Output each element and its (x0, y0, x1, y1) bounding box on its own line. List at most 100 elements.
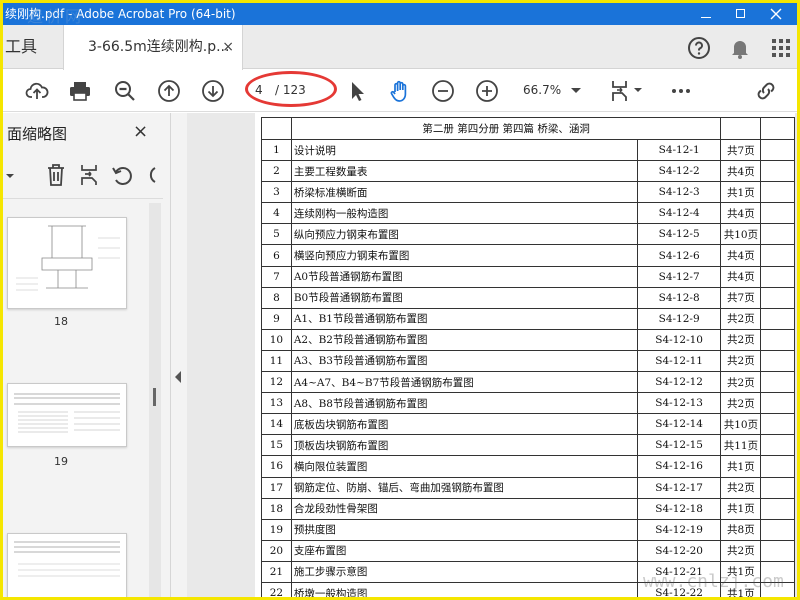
row-number: 17 (261, 476, 292, 499)
maximize-button[interactable] (725, 3, 755, 25)
row-page-count: 共1页 (720, 497, 762, 520)
link-icon[interactable] (754, 79, 778, 103)
table-row: 1 设计说明 S4-12-1 共7页 (261, 138, 795, 162)
table-cell (760, 117, 795, 140)
redo-icon[interactable] (143, 164, 157, 186)
row-page-count: 共2页 (720, 307, 762, 330)
undo-icon[interactable] (111, 164, 133, 186)
row-drawing-code: S4-12-7 (636, 265, 722, 288)
table-row: 19 预拱度图 S4-12-19 共8页 (261, 518, 795, 541)
row-drawing-code: S4-12-5 (636, 223, 722, 246)
extract-pages-icon[interactable] (79, 163, 101, 187)
row-blank-cell (760, 328, 795, 351)
hand-tool-icon[interactable] (388, 79, 412, 103)
row-drawing-code: S4-12-16 (636, 455, 722, 478)
thumbnail-label: 19 (54, 455, 68, 468)
zoom-out-search-icon[interactable] (113, 79, 137, 103)
zoom-plus-icon[interactable] (475, 79, 499, 103)
apps-grid-icon[interactable] (769, 36, 793, 60)
row-drawing-code: S4-12-14 (636, 413, 722, 436)
table-row: 2 主要工程数量表 S4-12-2 共4页 (261, 160, 795, 183)
options-dropdown-icon[interactable] (5, 171, 15, 181)
print-icon[interactable] (68, 79, 92, 103)
row-number: 13 (261, 392, 292, 415)
select-arrow-icon[interactable] (345, 79, 369, 103)
panel-collapse-handle[interactable] (171, 113, 187, 597)
row-number: 9 (261, 307, 292, 330)
row-blank-cell (760, 371, 795, 394)
row-drawing-code: S4-12-12 (636, 371, 722, 394)
row-drawing-name: 合龙段劲性骨架图 (290, 497, 638, 520)
panel-close-button[interactable]: × (133, 121, 148, 142)
row-drawing-code: S4-12-9 (636, 307, 722, 330)
row-blank-cell (760, 539, 795, 562)
row-drawing-name: 预拱度图 (290, 518, 638, 541)
tab-tools[interactable]: 工具 (3, 25, 63, 69)
table-row: 4 连续刚构一般构造图 S4-12-4 共4页 (261, 202, 795, 225)
row-drawing-name: 纵向预应力钢束布置图 (290, 223, 638, 246)
table-row: 7 A0节段普通钢筋布置图 S4-12-7 共4页 (261, 265, 795, 288)
document-viewport[interactable]: 第二册 第四分册 第四篇 桥梁、涵洞 1 设计说明 S4-12-1 共7页 2 主要工程数… (187, 113, 797, 597)
row-blank-cell (760, 392, 795, 415)
zoom-level-field[interactable]: 66.7% (523, 79, 571, 101)
more-icon[interactable] (669, 79, 693, 103)
minimize-button[interactable] (691, 3, 721, 25)
row-drawing-name: 顶板齿块钢筋布置图 (290, 434, 638, 457)
close-icon (770, 8, 782, 20)
zoom-dropdown-icon[interactable] (569, 83, 583, 97)
collapse-arrow-icon[interactable] (175, 371, 181, 383)
row-drawing-code: S4-12-2 (636, 160, 722, 183)
row-drawing-name: 底板齿块钢筋布置图 (290, 413, 638, 436)
thumbnail-page[interactable] (7, 383, 127, 447)
row-drawing-code: S4-12-11 (636, 349, 722, 373)
row-drawing-name: 设计说明 (290, 138, 638, 162)
tab-document[interactable]: 3-66.5m连续刚构.p... × (63, 25, 243, 70)
close-window-button[interactable] (761, 3, 791, 25)
row-page-count: 共1页 (720, 455, 762, 478)
tab-close-button[interactable]: × (222, 25, 234, 69)
row-drawing-name: 桥梁标准横断面 (290, 181, 638, 204)
row-drawing-name: 主要工程数量表 (290, 160, 638, 183)
row-drawing-name: B0节段普通钢筋布置图 (290, 286, 638, 309)
row-blank-cell (760, 244, 795, 267)
table-cell (720, 117, 762, 140)
thumbnail-page[interactable] (7, 533, 127, 597)
thumbnail-scroll-thumb[interactable] (153, 388, 156, 406)
delete-icon[interactable] (45, 163, 67, 187)
row-drawing-name: A4~A7、B4~B7节段普通钢筋布置图 (290, 371, 638, 394)
upload-icon[interactable] (25, 79, 49, 103)
row-blank-cell (760, 307, 795, 330)
app-window: 续刚构.pdf - Adobe Acrobat Pro (64-bit) 造价网… (0, 0, 800, 600)
page-up-icon[interactable] (157, 79, 181, 103)
row-page-count: 共4页 (720, 202, 762, 225)
row-number: 21 (261, 560, 292, 583)
table-header-row: 第二册 第四分册 第四篇 桥梁、涵洞 (261, 117, 795, 140)
page-down-icon[interactable] (201, 79, 225, 103)
bell-icon[interactable] (728, 36, 752, 60)
title-bar: 续刚构.pdf - Adobe Acrobat Pro (64-bit) (3, 3, 797, 25)
row-number: 10 (261, 328, 292, 351)
row-number: 5 (261, 223, 292, 246)
table-row: 13 A8、B8节段普通钢筋布置图 S4-12-13 共2页 (261, 392, 795, 415)
table-row: 6 横竖向预应力钢束布置图 S4-12-6 共4页 (261, 244, 795, 267)
table-cell (261, 117, 292, 140)
thumbnail-label: 18 (54, 315, 68, 328)
page-layout-icon[interactable] (609, 79, 633, 103)
row-page-count: 共10页 (720, 413, 762, 436)
row-blank-cell (760, 160, 795, 183)
row-blank-cell (760, 265, 795, 288)
drawing-index-table: 第二册 第四分册 第四篇 桥梁、涵洞 1 设计说明 S4-12-1 共7页 2 主要工程数… (261, 117, 795, 597)
row-blank-cell (760, 497, 795, 520)
row-number: 15 (261, 434, 292, 457)
help-icon[interactable] (687, 36, 711, 60)
table-row: 17 钢筋定位、防崩、锚后、弯曲加强钢筋布置图 S4-12-17 共2页 (261, 476, 795, 499)
zoom-minus-icon[interactable] (431, 79, 455, 103)
row-drawing-code: S4-12-6 (636, 244, 722, 267)
row-blank-cell (760, 138, 795, 162)
main-toolbar: 4 / 123 66.7% (3, 70, 797, 112)
watermark-bottom-right: www.cnlzj.com (643, 571, 784, 592)
page-layout-dropdown-icon[interactable] (633, 85, 643, 95)
row-drawing-name: 连续刚构一般构造图 (290, 202, 638, 225)
thumbnail-page[interactable] (7, 217, 127, 309)
thumbnail-list: 18 19 (3, 203, 165, 597)
